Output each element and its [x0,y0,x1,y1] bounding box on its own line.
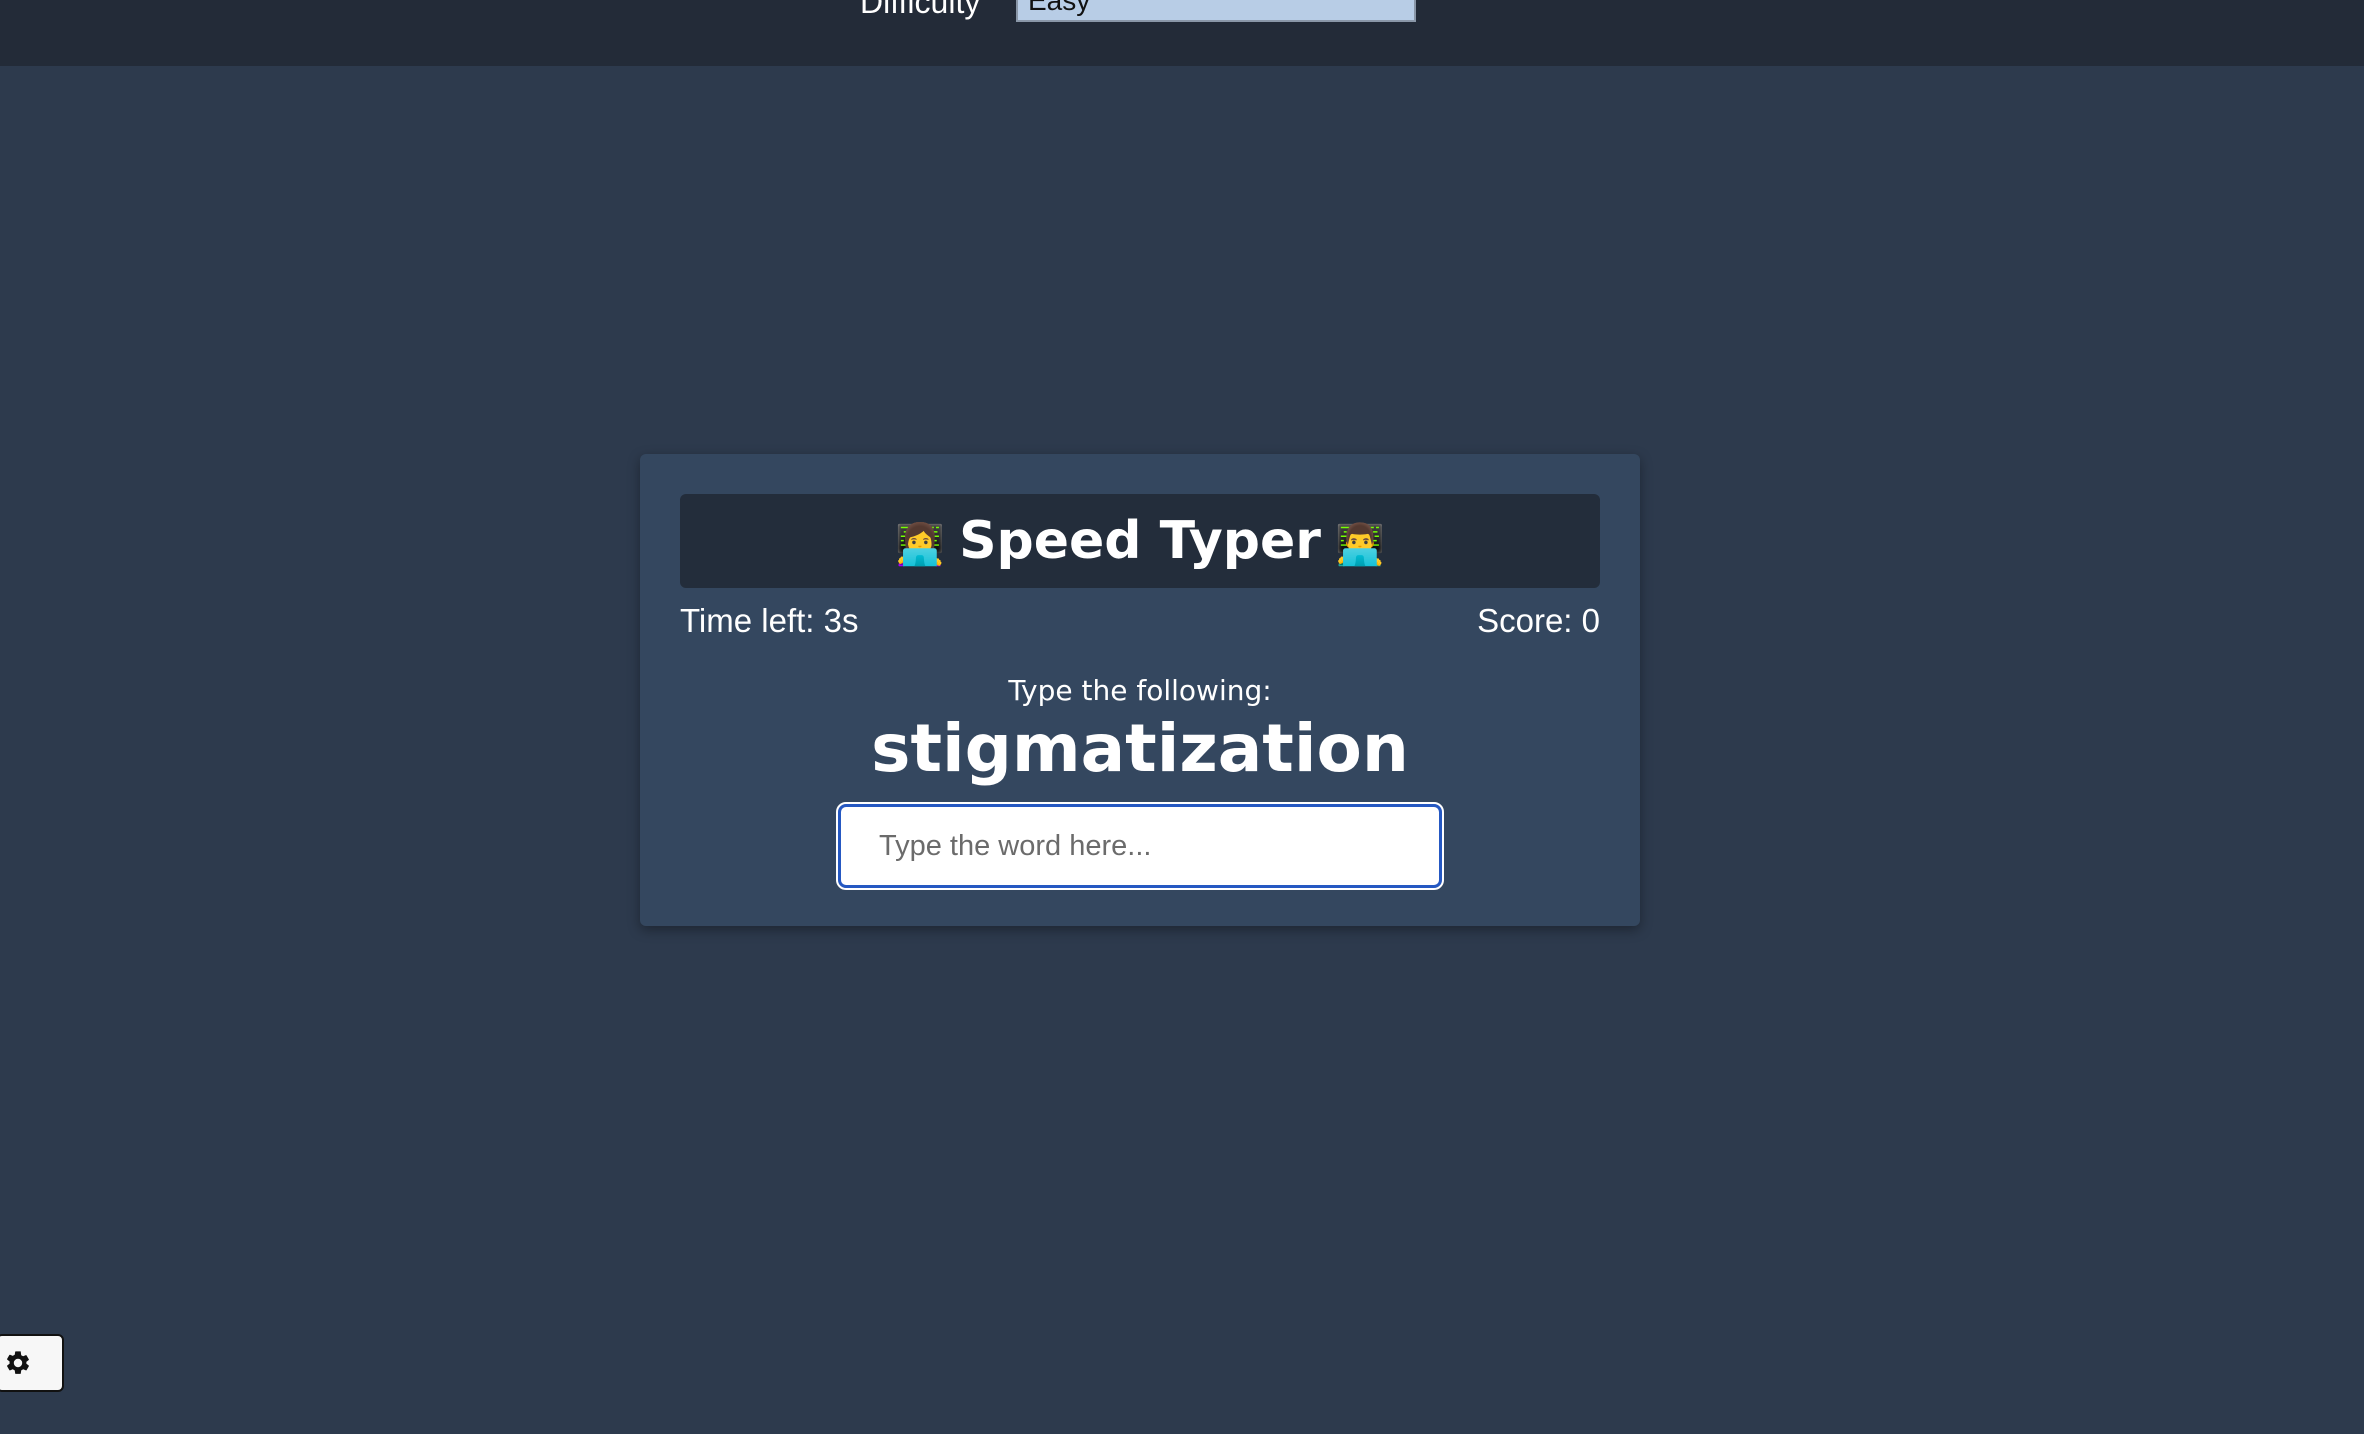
settings-button[interactable] [0,1334,64,1392]
game-card: 👩‍💻 Speed Typer 👨‍💻 Time left: 3s Score: 0… [640,454,1640,926]
gear-icon [7,1351,29,1374]
difficulty-label: Difficulty [860,0,981,20]
difficulty-select[interactable]: Easy [1016,0,1416,22]
word-input[interactable] [836,802,1444,890]
target-word: stigmatization [871,710,1409,787]
page-title: 👩‍💻 Speed Typer 👨‍💻 [881,511,1399,571]
prompt-label: Type the following: [1008,674,1272,707]
title-bar: 👩‍💻 Speed Typer 👨‍💻 [680,494,1600,588]
woman-technologist-icon: 👩‍💻 [895,521,946,568]
score: Score: 0 [1477,602,1600,639]
time-left: Time left: 3s [680,602,859,639]
title-label: Speed Typer [959,511,1321,571]
settings-bar: Difficulty Easy [0,0,2364,66]
difficulty-selected-value: Easy [1028,0,1091,16]
man-technologist-icon: 👨‍💻 [1334,521,1385,568]
